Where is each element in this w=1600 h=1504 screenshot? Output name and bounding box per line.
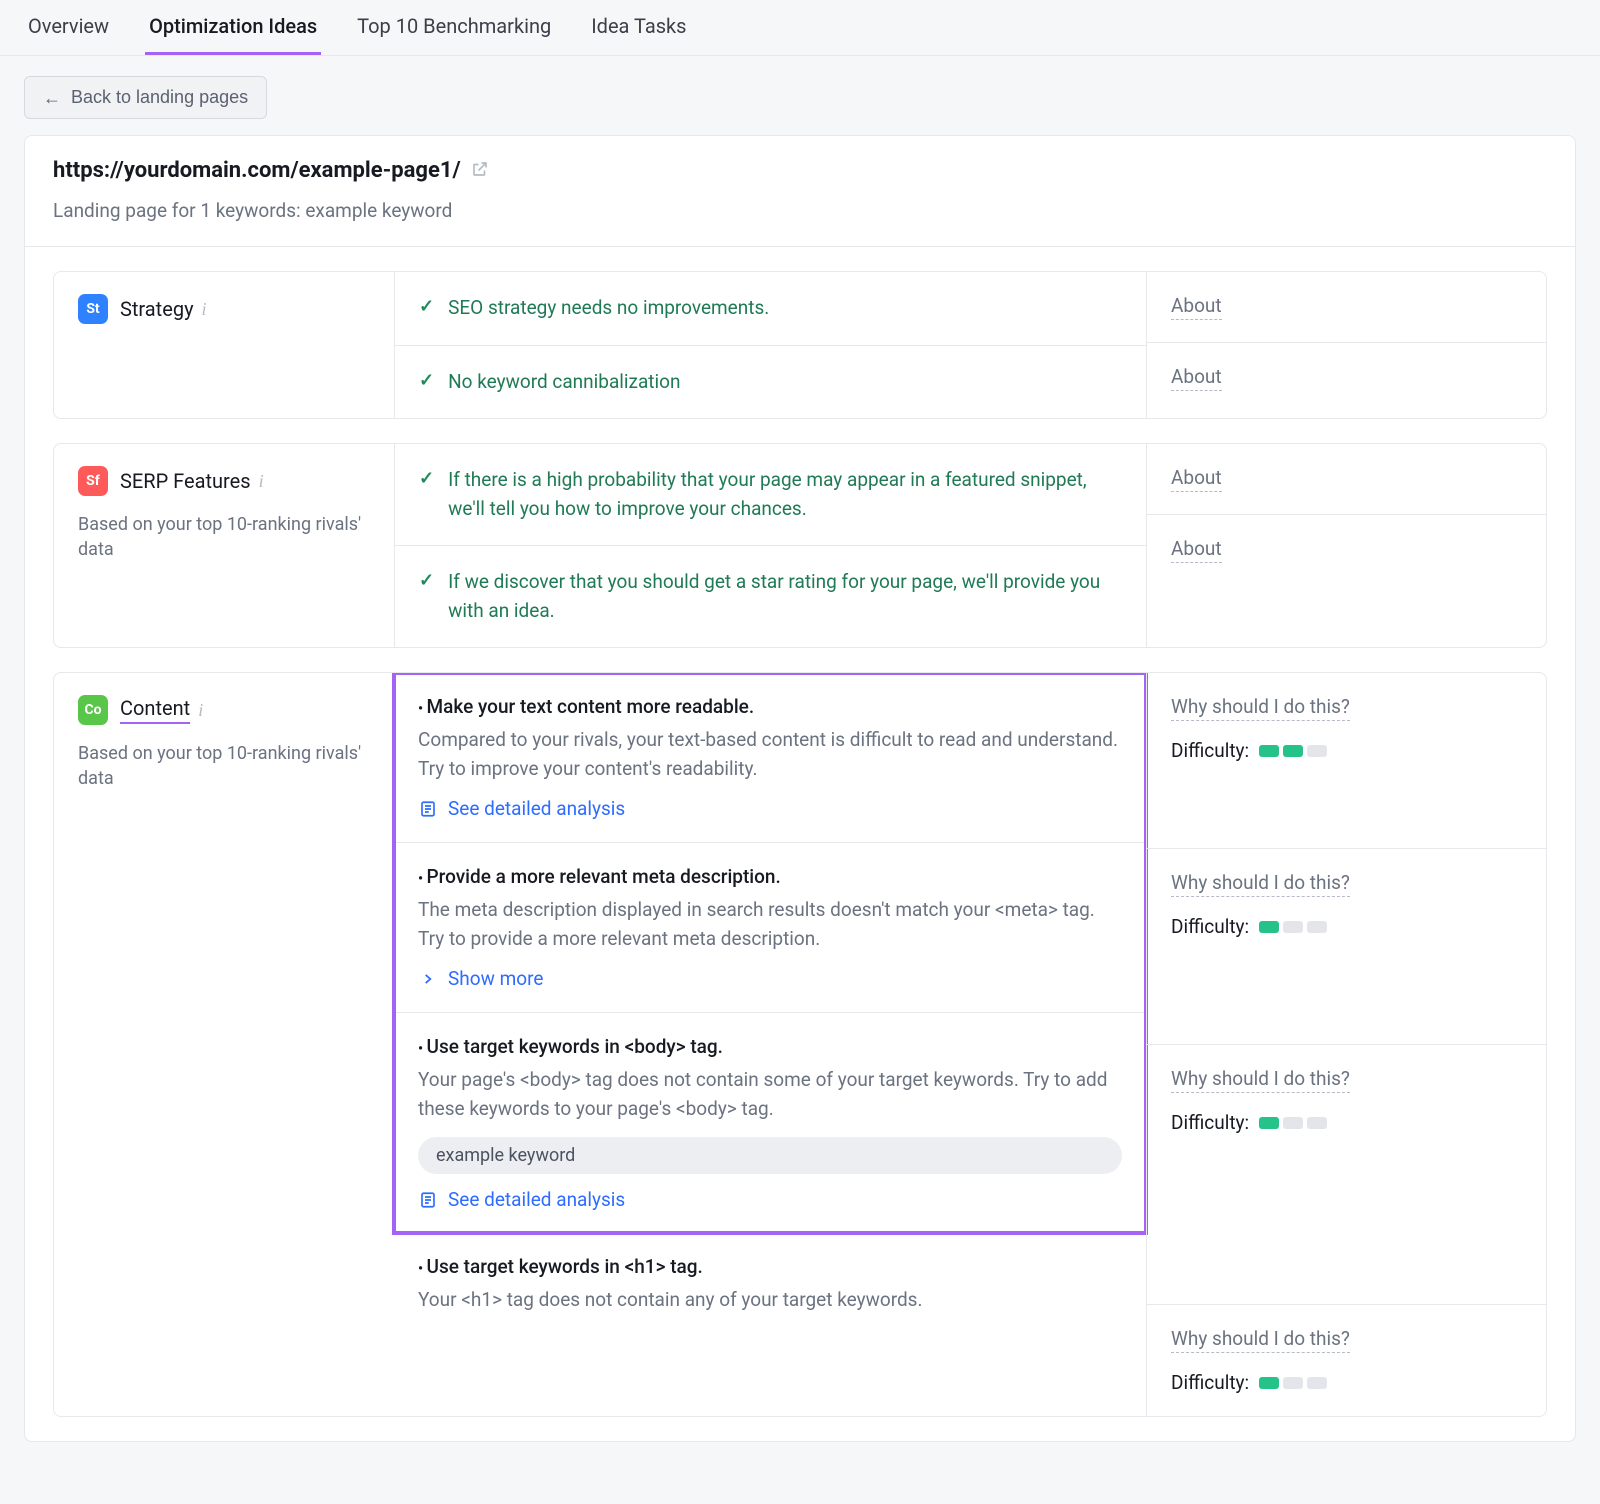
strategy-row-text: No keyword cannibalization <box>448 368 680 397</box>
difficulty-row: Difficulty: <box>1171 1111 1522 1134</box>
see-analysis-link[interactable]: See detailed analysis <box>418 797 1122 820</box>
check-icon: ✓ <box>419 368 434 393</box>
content-row-title: Make your text content more readable. <box>427 695 755 718</box>
strategy-badge: St <box>78 294 108 324</box>
show-more-link[interactable]: Show more <box>418 967 1122 990</box>
content-row-body: Your <h1> tag does not contain any of yo… <box>418 1286 922 1315</box>
content-row-body: Compared to your rivals, your text-based… <box>418 726 1122 783</box>
about-link[interactable]: About <box>1171 294 1222 320</box>
difficulty-row: Difficulty: <box>1171 1371 1522 1394</box>
page-subtitle: Landing page for 1 keywords: example key… <box>53 199 1547 222</box>
section-serp-features: Sf SERP Features i Based on your top 10-… <box>53 443 1547 648</box>
why-link[interactable]: Why should I do this? <box>1171 695 1350 721</box>
why-link[interactable]: Why should I do this? <box>1171 1327 1350 1353</box>
info-icon[interactable]: i <box>202 299 207 320</box>
info-icon[interactable]: i <box>198 700 203 721</box>
why-link[interactable]: Why should I do this? <box>1171 1067 1350 1093</box>
card-header: https://yourdomain.com/example-page1/ La… <box>25 136 1575 247</box>
content-title: Content <box>120 696 190 724</box>
back-button[interactable]: ← Back to landing pages <box>24 76 267 119</box>
difficulty-bar <box>1259 745 1327 757</box>
back-button-label: Back to landing pages <box>71 87 248 108</box>
difficulty-bar <box>1259 1377 1327 1389</box>
external-link-icon[interactable] <box>471 160 489 182</box>
page-url: https://yourdomain.com/example-page1/ <box>53 158 461 183</box>
content-row-title: Provide a more relevant meta description… <box>427 865 781 888</box>
section-content: Co Content i Based on your top 10-rankin… <box>53 672 1547 1417</box>
document-icon <box>418 1190 438 1210</box>
strategy-title: Strategy <box>120 297 194 321</box>
content-subtitle: Based on your top 10-ranking rivals' dat… <box>78 741 370 791</box>
content-row-title: Use target keywords in <h1> tag. <box>427 1255 703 1278</box>
tab-optimization-ideas[interactable]: Optimization Ideas <box>145 0 321 55</box>
main-card: https://yourdomain.com/example-page1/ La… <box>24 135 1576 1442</box>
section-strategy: St Strategy i ✓ SEO strategy needs no im… <box>53 271 1547 419</box>
check-icon: ✓ <box>419 568 434 593</box>
difficulty-bar <box>1259 1117 1327 1129</box>
tab-idea-tasks[interactable]: Idea Tasks <box>587 0 690 55</box>
difficulty-bar <box>1259 921 1327 933</box>
strategy-row-text: SEO strategy needs no improvements. <box>448 294 769 323</box>
serp-subtitle: Based on your top 10-ranking rivals' dat… <box>78 512 370 562</box>
check-icon: ✓ <box>419 294 434 319</box>
about-link[interactable]: About <box>1171 365 1222 391</box>
difficulty-row: Difficulty: <box>1171 915 1522 938</box>
see-analysis-link[interactable]: See detailed analysis <box>418 1188 1122 1211</box>
tab-bar: Overview Optimization Ideas Top 10 Bench… <box>0 0 1600 56</box>
tab-top10-benchmarking[interactable]: Top 10 Benchmarking <box>353 0 555 55</box>
content-row-body: Your page's <body> tag does not contain … <box>418 1066 1122 1123</box>
serp-badge: Sf <box>78 466 108 496</box>
serp-title: SERP Features <box>120 469 251 493</box>
tab-overview[interactable]: Overview <box>24 0 113 55</box>
info-icon[interactable]: i <box>259 471 264 492</box>
about-link[interactable]: About <box>1171 466 1222 492</box>
keyword-pill[interactable]: example keyword <box>418 1137 1122 1174</box>
about-link[interactable]: About <box>1171 537 1222 563</box>
serp-row-text: If there is a high probability that your… <box>448 466 1122 523</box>
check-icon: ✓ <box>419 466 434 491</box>
serp-row-text: If we discover that you should get a sta… <box>448 568 1122 625</box>
chevron-right-icon <box>418 969 438 989</box>
content-row-title: Use target keywords in <body> tag. <box>427 1035 723 1058</box>
content-row-body: The meta description displayed in search… <box>418 896 1122 953</box>
arrow-left-icon: ← <box>43 89 61 107</box>
document-icon <box>418 799 438 819</box>
why-link[interactable]: Why should I do this? <box>1171 871 1350 897</box>
content-badge: Co <box>78 695 108 725</box>
difficulty-row: Difficulty: <box>1171 739 1522 762</box>
